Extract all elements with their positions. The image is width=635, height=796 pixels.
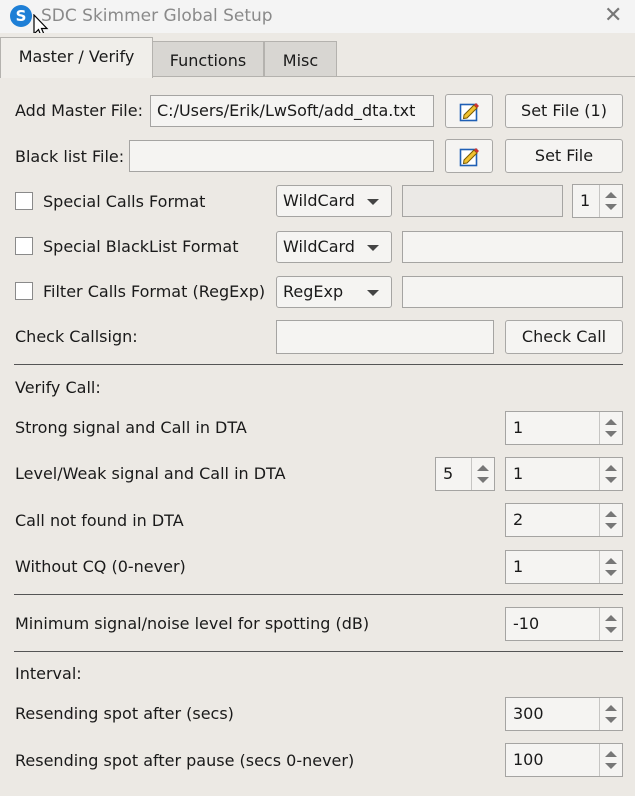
edit-icon — [459, 103, 479, 122]
call-not-found-value: 2 — [513, 510, 524, 529]
special-blacklist-checkbox[interactable] — [15, 237, 33, 255]
resend-spot-label: Resending spot after (secs) — [15, 704, 234, 723]
resend-spot-value: 300 — [513, 704, 544, 723]
spin-down-icon[interactable] — [605, 763, 617, 769]
call-not-found-spinner[interactable]: 2 — [505, 503, 623, 537]
spin-down-icon[interactable] — [605, 717, 617, 723]
special-blacklist-pattern-field[interactable] — [402, 231, 623, 263]
check-call-button[interactable]: Check Call — [505, 320, 623, 354]
special-calls-label: Special Calls Format — [43, 192, 206, 211]
filter-calls-checkbox[interactable] — [15, 282, 33, 300]
special-blacklist-mode-select[interactable]: WildCard — [276, 231, 392, 263]
filter-calls-mode-value: RegExp — [283, 282, 344, 301]
filter-calls-mode-select[interactable]: RegExp — [276, 276, 392, 308]
min-snr-spinner[interactable]: -10 — [505, 607, 623, 641]
separator — [14, 651, 623, 652]
resend-spot-spinner[interactable]: 300 — [505, 697, 623, 731]
special-calls-checkbox[interactable] — [15, 192, 33, 210]
spin-up-icon[interactable] — [477, 465, 489, 471]
min-snr-value: -10 — [513, 614, 540, 633]
check-callsign-label: Check Callsign: — [15, 327, 138, 346]
without-cq-value: 1 — [513, 557, 524, 576]
special-calls-count-spinner[interactable]: 1 — [572, 184, 623, 218]
separator — [14, 364, 623, 365]
resend-pause-spinner[interactable]: 100 — [505, 743, 623, 777]
resend-pause-value: 100 — [513, 750, 544, 769]
chevron-down-icon — [367, 245, 379, 251]
spin-up-icon[interactable] — [605, 419, 617, 425]
strong-signal-spinner[interactable]: 1 — [505, 411, 623, 445]
spin-down-icon[interactable] — [605, 627, 617, 633]
call-not-found-label: Call not found in DTA — [15, 511, 184, 530]
edit-icon — [459, 148, 479, 167]
blacklist-path-field[interactable] — [129, 140, 434, 172]
add-master-label: Add Master File: — [15, 101, 143, 120]
weak-signal-level-value: 5 — [443, 464, 454, 483]
edit-blacklist-file-button[interactable] — [445, 139, 493, 173]
interval-heading: Interval: — [15, 664, 82, 683]
tab-misc[interactable]: Misc — [264, 41, 337, 76]
spin-up-icon[interactable] — [605, 192, 617, 198]
tab-strip: Master / Verify Functions Misc — [0, 33, 635, 78]
check-callsign-input[interactable] — [276, 320, 494, 354]
title-bar: S SDC Skimmer Global Setup ✕ — [0, 0, 635, 39]
set-master-file-button[interactable]: Set File (1) — [505, 94, 623, 128]
spin-up-icon[interactable] — [605, 558, 617, 564]
spin-up-icon[interactable] — [605, 705, 617, 711]
verify-call-heading: Verify Call: — [15, 378, 101, 397]
special-calls-mode-value: WildCard — [283, 191, 355, 210]
spin-down-icon[interactable] — [605, 570, 617, 576]
spin-up-icon[interactable] — [605, 465, 617, 471]
strong-signal-label: Strong signal and Call in DTA — [15, 418, 247, 437]
edit-master-file-button[interactable] — [445, 94, 493, 128]
min-snr-label: Minimum signal/noise level for spotting … — [15, 614, 370, 633]
spin-down-icon[interactable] — [605, 523, 617, 529]
weak-signal-label: Level/Weak signal and Call in DTA — [15, 464, 286, 483]
special-calls-mode-select[interactable]: WildCard — [276, 185, 392, 217]
close-icon[interactable]: ✕ — [604, 3, 622, 28]
spin-up-icon[interactable] — [605, 751, 617, 757]
special-blacklist-mode-value: WildCard — [283, 237, 355, 256]
spin-up-icon[interactable] — [605, 615, 617, 621]
spin-up-icon[interactable] — [605, 511, 617, 517]
filter-calls-label: Filter Calls Format (RegExp) — [43, 282, 266, 301]
resend-pause-label: Resending spot after pause (secs 0-never… — [15, 751, 355, 770]
spin-down-icon[interactable] — [605, 204, 617, 210]
special-blacklist-label: Special BlackList Format — [43, 237, 239, 256]
window-title: SDC Skimmer Global Setup — [41, 6, 273, 26]
spin-down-icon[interactable] — [605, 477, 617, 483]
tab-master-verify[interactable]: Master / Verify — [0, 37, 153, 78]
weak-signal-level-spinner[interactable]: 5 — [435, 457, 495, 491]
spin-down-icon[interactable] — [605, 431, 617, 437]
weak-signal-spinner[interactable]: 1 — [505, 457, 623, 491]
separator — [14, 594, 623, 595]
special-calls-count-value: 1 — [580, 191, 591, 210]
chevron-down-icon — [367, 199, 379, 205]
weak-signal-value: 1 — [513, 464, 524, 483]
set-blacklist-file-button[interactable]: Set File — [505, 139, 623, 173]
without-cq-label: Without CQ (0-never) — [15, 557, 186, 576]
blacklist-file-label: Black list File: — [15, 147, 125, 166]
tab-functions[interactable]: Functions — [152, 41, 264, 76]
special-calls-pattern-field[interactable] — [402, 185, 563, 217]
app-icon: S — [10, 5, 32, 27]
add-master-path-field[interactable]: C:/Users/Erik/LwSoft/add_dta.txt — [150, 95, 434, 127]
chevron-down-icon — [367, 290, 379, 296]
filter-calls-pattern-field[interactable] — [402, 276, 623, 308]
strong-signal-value: 1 — [513, 418, 524, 437]
without-cq-spinner[interactable]: 1 — [505, 550, 623, 584]
spin-down-icon[interactable] — [477, 477, 489, 483]
